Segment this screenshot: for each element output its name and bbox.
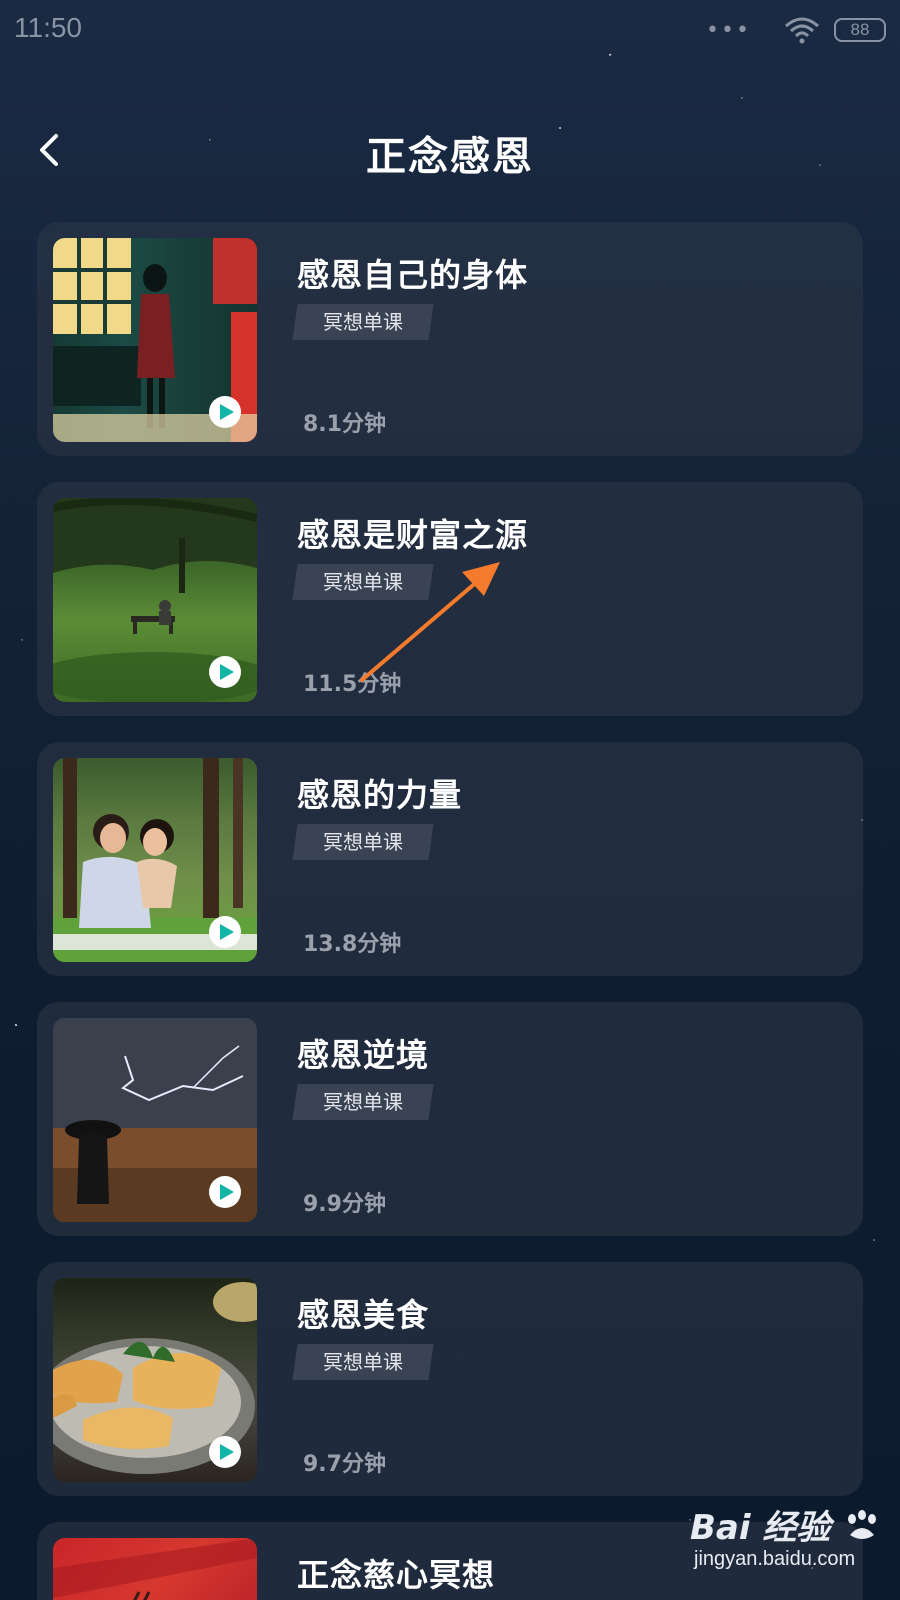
wifi-icon (785, 17, 819, 44)
course-card[interactable]: 感恩美食 冥想单课 9.7分钟 (37, 1262, 863, 1496)
course-tag: 冥想单课 (292, 1084, 434, 1120)
annotation-arrow-icon (360, 562, 500, 682)
battery-indicator: 88 (834, 18, 886, 42)
course-tag: 冥想单课 (292, 1344, 434, 1380)
play-icon (219, 1184, 234, 1200)
watermark-brand: Bai 经验 (690, 1500, 882, 1549)
course-title: 感恩逆境 (297, 1036, 430, 1074)
play-button[interactable] (209, 1436, 241, 1468)
course-title: 感恩自己的身体 (297, 256, 529, 294)
course-duration: 13.8分钟 (303, 932, 402, 957)
status-time: 11:50 (14, 12, 82, 43)
course-card[interactable]: 感恩的力量 冥想单课 13.8分钟 (37, 742, 863, 976)
course-title: 正念慈心冥想 (297, 1556, 496, 1594)
course-tag: 冥想单课 (292, 304, 434, 340)
course-thumbnail (53, 1278, 257, 1482)
course-duration: 9.9分钟 (303, 1192, 386, 1217)
course-card[interactable]: 感恩逆境 冥想单课 9.9分钟 (37, 1002, 863, 1236)
play-button[interactable] (209, 916, 241, 948)
course-duration: 8.1分钟 (303, 412, 386, 437)
status-bar: 11:50 ••• 88 (0, 0, 900, 62)
course-tag-label: 冥想单课 (323, 310, 403, 334)
page-title: 正念感恩 (366, 134, 534, 180)
course-duration: 9.7分钟 (303, 1452, 386, 1477)
course-tag-label: 冥想单课 (323, 830, 403, 854)
course-title: 感恩美食 (297, 1296, 430, 1334)
play-button[interactable] (209, 1176, 241, 1208)
course-thumbnail (53, 498, 257, 702)
course-thumbnail (53, 1018, 257, 1222)
course-list: 感恩自己的身体 冥想单课 8.1分钟 感恩是财富之源 冥想单课 11.5分钟 感… (37, 222, 863, 1600)
play-icon (219, 1444, 234, 1460)
course-title: 感恩是财富之源 (297, 516, 529, 554)
play-button[interactable] (209, 656, 241, 688)
course-tag-label: 冥想单课 (323, 1350, 403, 1374)
play-icon (219, 404, 234, 420)
more-dots-indicator: ••• (706, 18, 751, 43)
play-button[interactable] (209, 396, 241, 428)
course-title: 感恩的力量 (297, 776, 463, 814)
course-tag-label: 冥想单课 (323, 1090, 403, 1114)
paw-logo-icon (848, 1510, 877, 1539)
course-tag: 冥想单课 (292, 824, 434, 860)
watermark-url: jingyan.baidu.com (694, 1548, 856, 1570)
watermark-brand-text: Bai 经验 (690, 1508, 831, 1548)
baidu-jingyan-watermark: Bai 经验 jingyan.baidu.com (690, 1500, 890, 1590)
course-thumbnail (53, 1538, 257, 1600)
course-thumbnail (53, 758, 257, 962)
course-card[interactable]: 感恩自己的身体 冥想单课 8.1分钟 (37, 222, 863, 456)
play-icon (219, 924, 234, 940)
red-scene-photo (53, 1538, 257, 1600)
play-icon (219, 664, 234, 680)
course-thumbnail (53, 238, 257, 442)
